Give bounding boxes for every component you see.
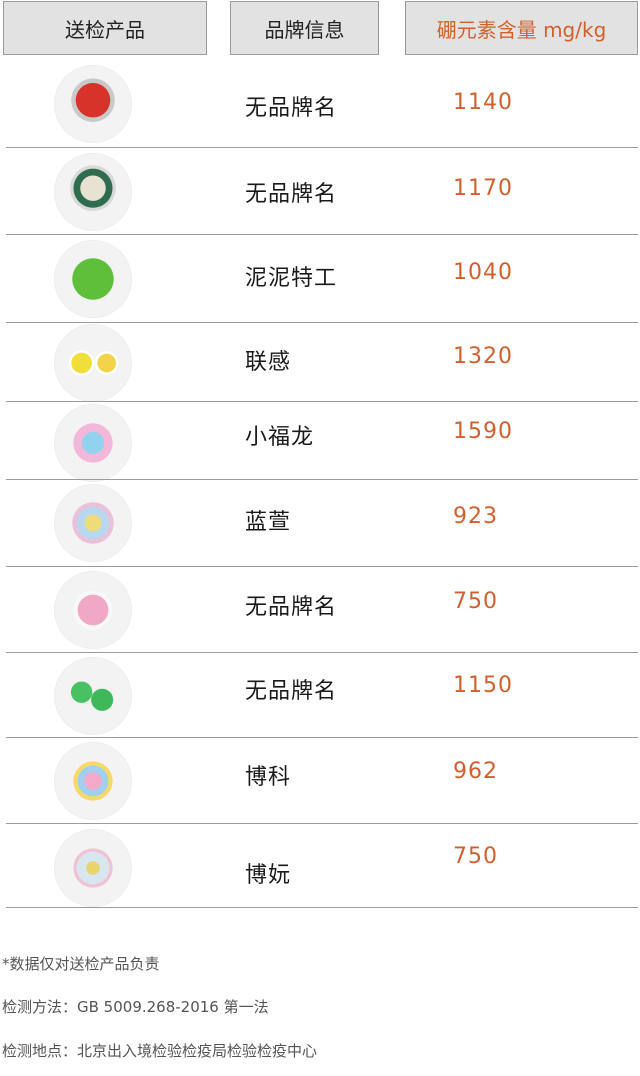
brand-cell: 无品牌名 [245, 679, 338, 704]
product-photo [55, 66, 131, 142]
product-photo [55, 658, 131, 734]
boron-value-cell: 750 [453, 844, 498, 869]
product-photo [55, 405, 131, 481]
boron-value-cell: 1140 [453, 90, 513, 115]
brand-cell: 小福龙 [245, 425, 315, 450]
boron-value-cell: 1320 [453, 344, 513, 369]
product-photo [55, 743, 131, 819]
header-boron-content: 硼元素含量 mg/kg [405, 1, 638, 55]
product-photo [55, 325, 131, 401]
table-row: 联感 1320 [0, 323, 640, 402]
brand-cell: 无品牌名 [245, 96, 338, 121]
table-header: 送检产品 品牌信息 硼元素含量 mg/kg [0, 0, 640, 58]
boron-value-cell: 962 [453, 759, 498, 784]
boron-value-cell: 1040 [453, 260, 513, 285]
table-row: 无品牌名 750 [0, 567, 640, 653]
footer-method: 检测方法：GB 5009.268-2016 第一法 [2, 998, 269, 1016]
product-photo [55, 154, 131, 230]
table-row: 无品牌名 1140 [0, 58, 640, 148]
row-divider [6, 907, 638, 908]
table-row: 小福龙 1590 [0, 402, 640, 481]
boron-value-cell: 750 [453, 589, 498, 614]
product-photo [55, 485, 131, 561]
brand-cell: 蓝萱 [245, 510, 292, 535]
table-row: 无品牌名 1150 [0, 653, 640, 738]
table-row: 蓝萱 923 [0, 480, 640, 567]
brand-cell: 博妧 [245, 863, 292, 888]
header-product: 送检产品 [3, 1, 207, 55]
brand-cell: 联感 [245, 350, 292, 375]
boron-value-cell: 1170 [453, 176, 513, 201]
table-row: 泥泥特工 1040 [0, 235, 640, 323]
product-photo [55, 241, 131, 317]
table-row: 无品牌名 1170 [0, 148, 640, 235]
brand-cell: 无品牌名 [245, 595, 338, 620]
table-row: 博科 962 [0, 738, 640, 824]
boron-value-cell: 1150 [453, 673, 513, 698]
brand-cell: 无品牌名 [245, 182, 338, 207]
table-row: 博妧 750 [0, 824, 640, 908]
brand-cell: 泥泥特工 [245, 266, 338, 291]
footer-location: 检测地点：北京出入境检验检疫局检验检疫中心 [2, 1042, 318, 1060]
product-photo [55, 830, 131, 906]
brand-cell: 博科 [245, 765, 292, 790]
boron-value-cell: 1590 [453, 419, 513, 444]
product-photo [55, 572, 131, 648]
footer-disclaimer: *数据仅对送检产品负责 [2, 955, 160, 973]
header-brand: 品牌信息 [230, 1, 379, 55]
boron-value-cell: 923 [453, 504, 498, 529]
